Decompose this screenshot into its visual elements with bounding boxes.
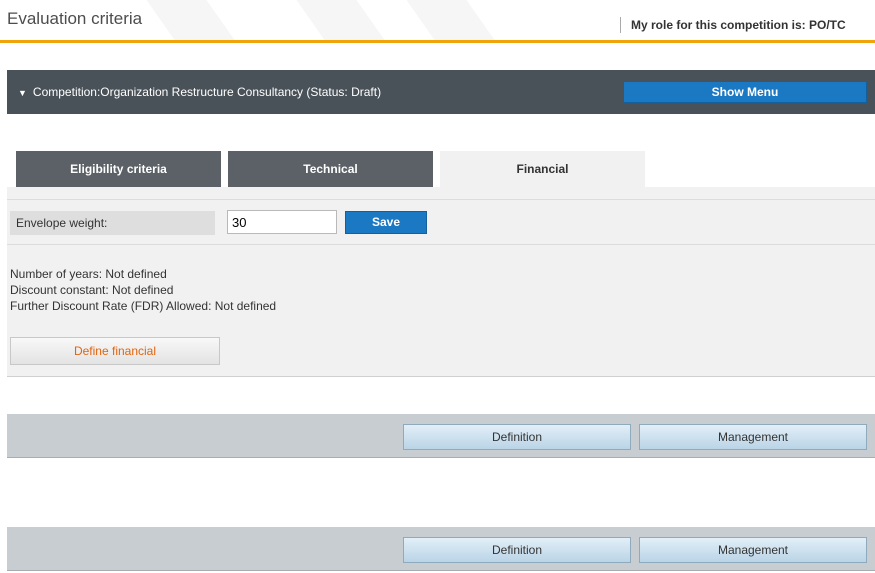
- definition-button[interactable]: Definition: [403, 537, 631, 563]
- page-title: Evaluation criteria: [7, 9, 143, 28]
- management-button[interactable]: Management: [639, 424, 867, 450]
- divider: [7, 244, 875, 245]
- tab-financial[interactable]: Financial: [440, 151, 645, 187]
- action-bar: Definition Management: [7, 527, 875, 571]
- envelope-weight-label: Envelope weight:: [10, 211, 215, 235]
- tab-technical[interactable]: Technical: [228, 151, 433, 187]
- discount-constant-text: Discount constant: Not defined: [10, 283, 174, 297]
- action-bar: Definition Management: [7, 414, 875, 458]
- financial-info: Number of years: Not defined Discount co…: [10, 266, 276, 314]
- tab-eligibility-criteria[interactable]: Eligibility criteria: [16, 151, 221, 187]
- role-indicator: My role for this competition is: PO/TC: [620, 17, 875, 33]
- divider: [7, 199, 875, 200]
- fdr-allowed-text: Further Discount Rate (FDR) Allowed: Not…: [10, 299, 277, 313]
- number-of-years-text: Number of years: Not defined: [10, 267, 167, 281]
- page-header: Evaluation criteria My role for this com…: [0, 0, 875, 43]
- save-button[interactable]: Save: [345, 211, 427, 234]
- define-financial-button[interactable]: Define financial: [10, 337, 220, 365]
- management-button[interactable]: Management: [639, 537, 867, 563]
- competition-title: Competition:Organization Restructure Con…: [32, 85, 382, 99]
- envelope-weight-input[interactable]: [227, 210, 337, 234]
- competition-bar: ▼ Competition:Organization Restructure Co…: [7, 70, 875, 114]
- definition-button[interactable]: Definition: [403, 424, 631, 450]
- chevron-down-icon: ▼: [18, 88, 27, 98]
- financial-panel: Envelope weight: Save Number of years: N…: [7, 187, 875, 377]
- show-menu-button[interactable]: Show Menu: [623, 81, 867, 103]
- page: Evaluation criteria My role for this com…: [0, 0, 875, 573]
- competition-toggle[interactable]: ▼ Competition:Organization Restructure Co…: [18, 85, 381, 99]
